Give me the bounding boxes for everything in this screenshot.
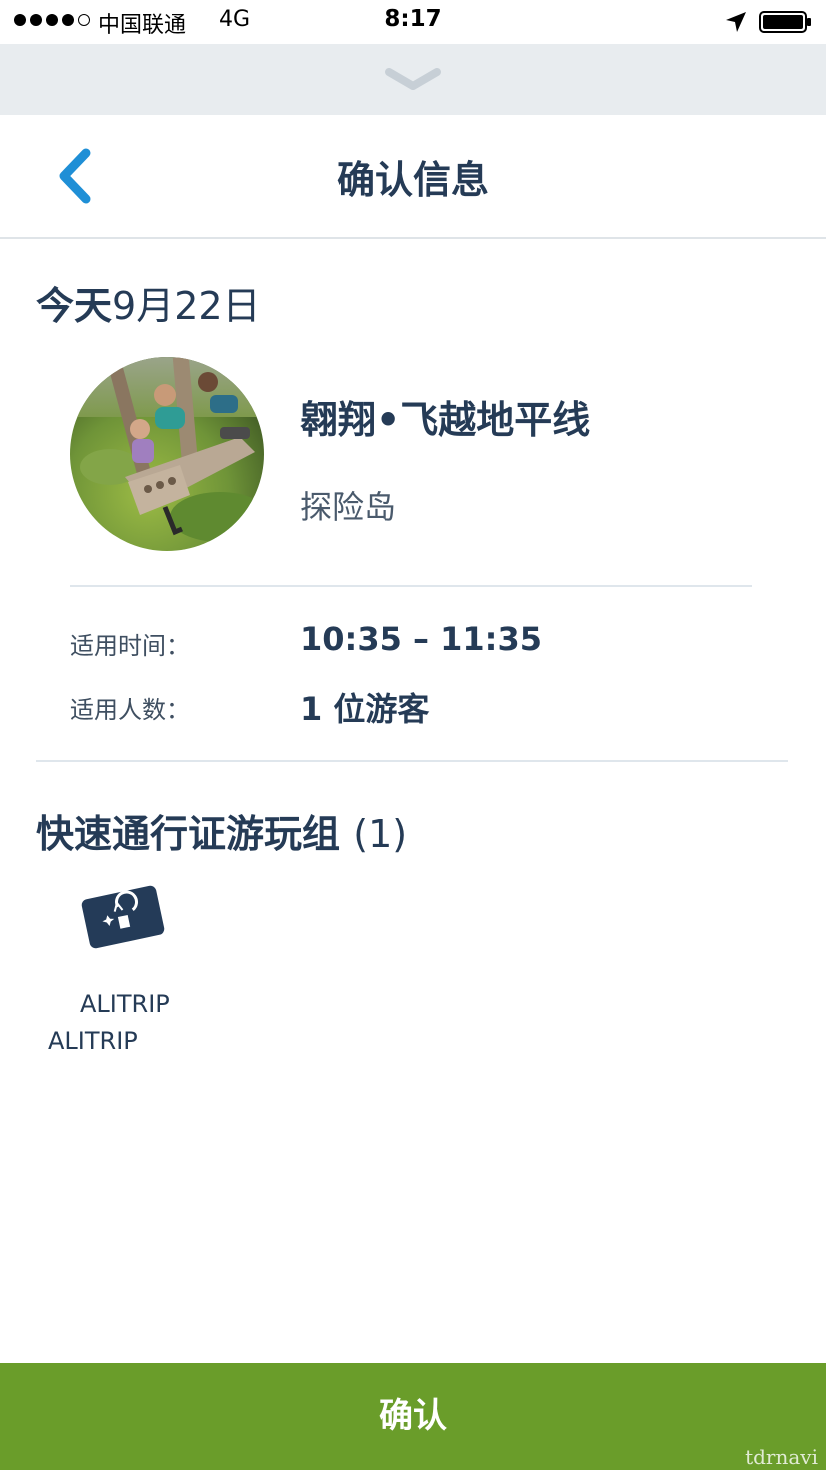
group-count: (1): [353, 812, 408, 856]
location-arrow-icon: [726, 12, 746, 32]
attraction-photo: [70, 357, 264, 551]
attraction-land: 探险岛: [300, 488, 397, 526]
group-title: 快速通行证游玩组: [36, 812, 341, 856]
confirm-button[interactable]: 确认: [0, 1363, 826, 1470]
date-value: 9月22日: [112, 284, 261, 328]
battery-icon: [759, 11, 811, 33]
date-prefix: 今天: [36, 284, 113, 328]
divider: [70, 585, 752, 587]
status-bar: 中国联通 4G 8:17: [0, 0, 826, 44]
attraction-name: 翱翔•飞越地平线: [300, 398, 591, 442]
status-time: 8:17: [384, 6, 442, 32]
watermark: tdrnavi: [745, 1445, 818, 1469]
pull-down-bar[interactable]: [0, 44, 826, 115]
guest-name: ALITRIP: [48, 1027, 138, 1055]
date-heading: 今天9月22日: [36, 275, 261, 330]
guest-name: ALITRIP: [80, 990, 170, 1018]
page-title: 确认信息: [336, 158, 489, 202]
nav-header: 确认信息: [0, 115, 826, 239]
confirm-label: 确认: [379, 1397, 447, 1435]
group-heading: 快速通行证游玩组 (1): [36, 803, 407, 858]
park-ticket-card-icon: [81, 885, 165, 949]
time-value: 10:35 – 11:35: [300, 620, 542, 658]
party-value: 1 位游客: [300, 690, 430, 728]
party-label: 适用人数：: [70, 696, 190, 724]
chevron-down-icon[interactable]: [383, 66, 443, 92]
time-label: 适用时间：: [70, 632, 190, 660]
screen: 中国联通 4G 8:17 确认信息 今天9月22日 翱翔•飞越地平线 探险岛 适…: [0, 0, 826, 1470]
divider: [36, 760, 788, 762]
